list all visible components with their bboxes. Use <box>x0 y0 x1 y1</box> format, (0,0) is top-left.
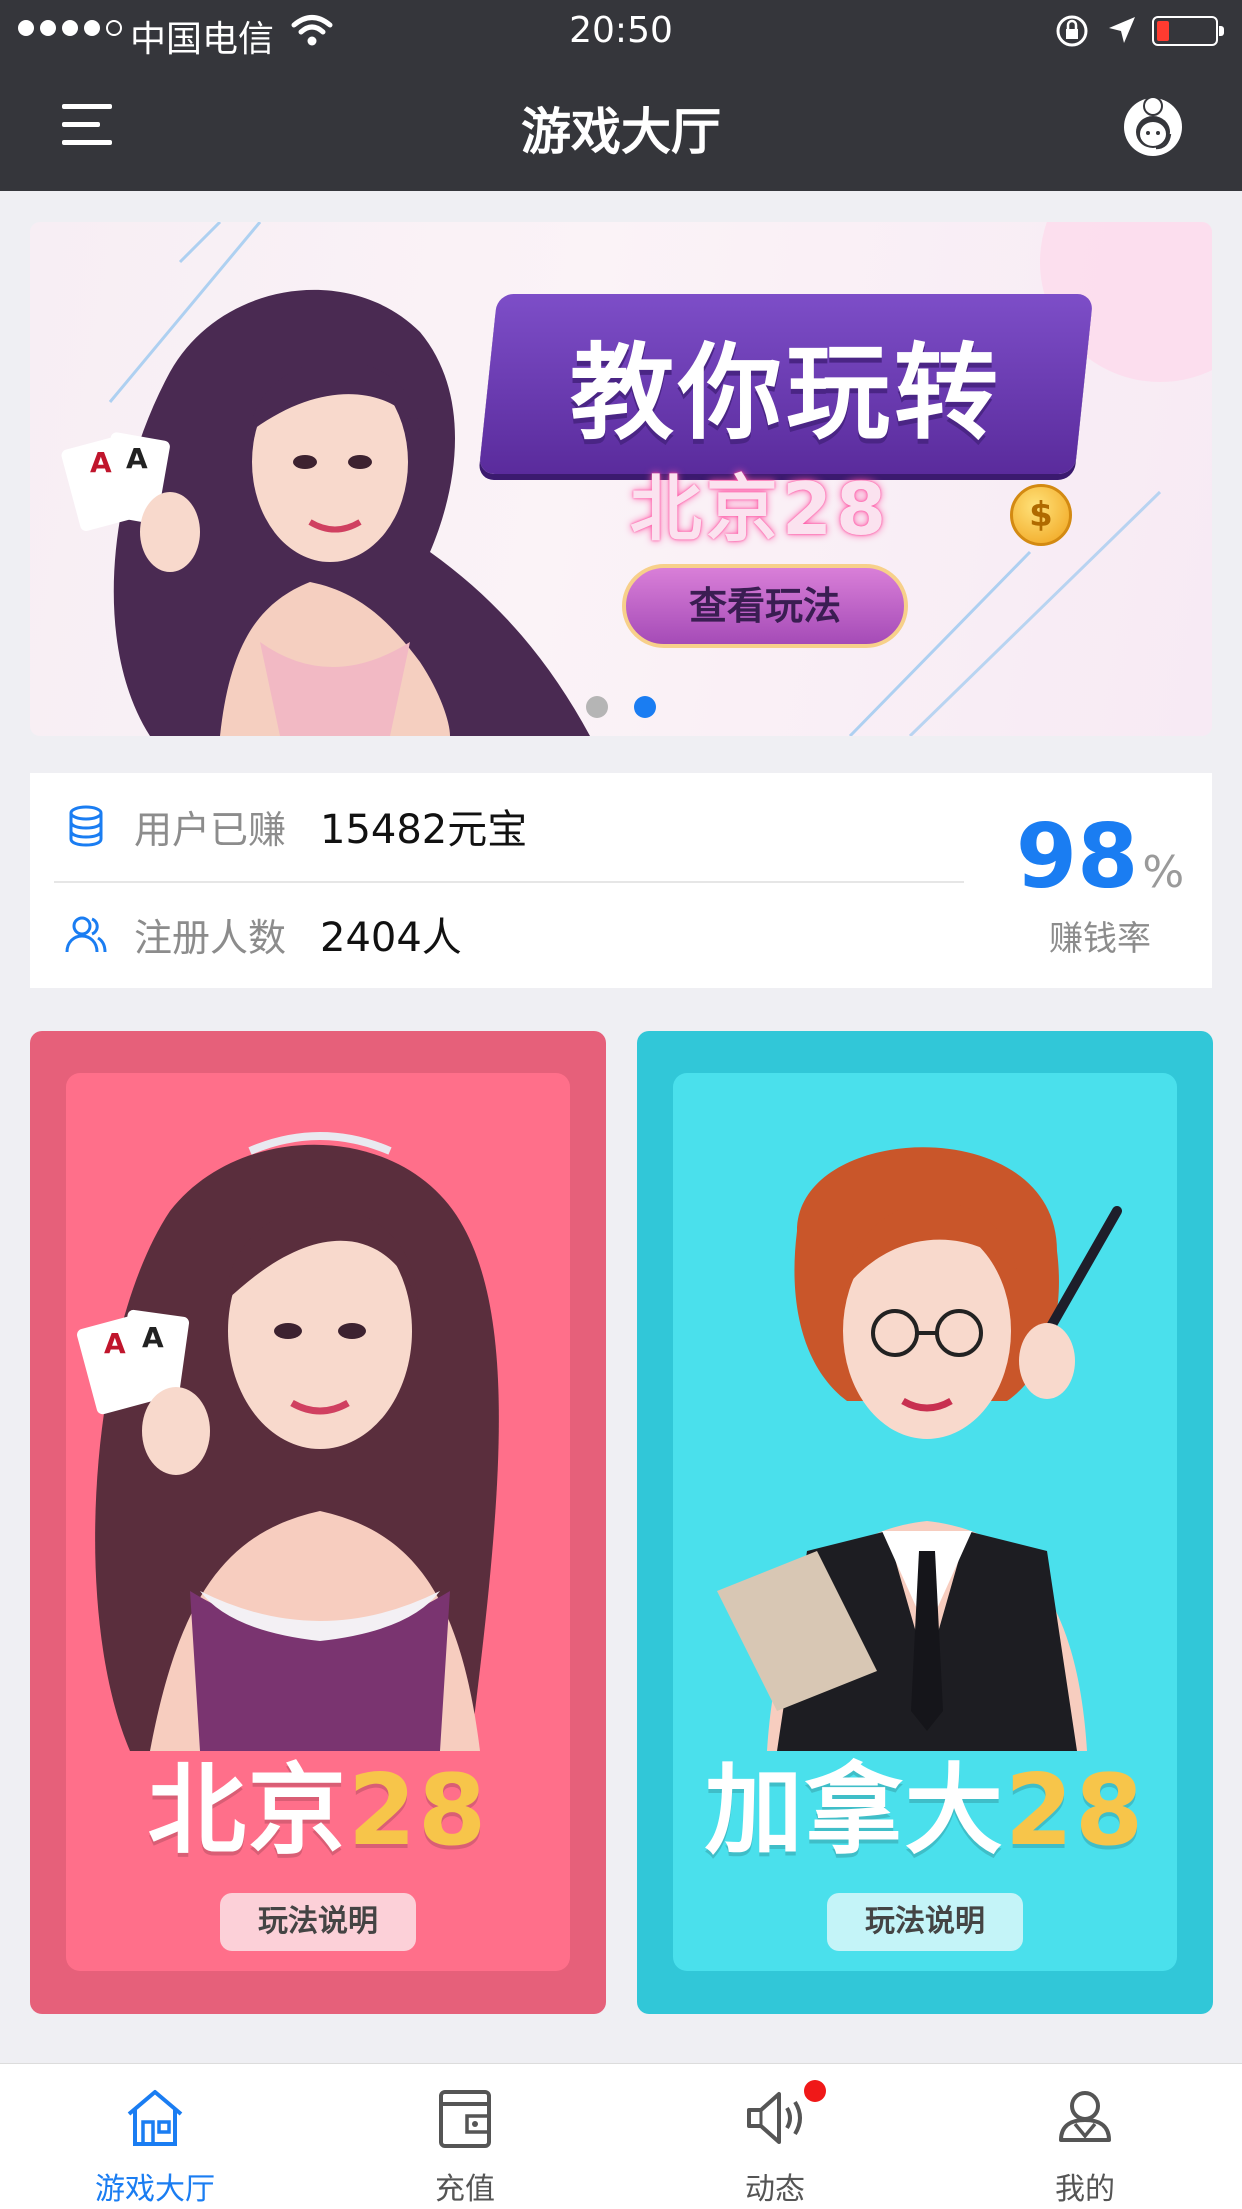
tab-game-lobby[interactable]: 游戏大厅 <box>0 2064 310 2209</box>
wallet-icon <box>439 2090 491 2148</box>
banner-pager <box>586 696 656 718</box>
svg-text:A: A <box>126 442 148 475</box>
stats-panel: 用户已赚 15482元宝 注册人数 2404人 98% 赚钱率 <box>30 773 1212 988</box>
users-icon <box>65 916 107 953</box>
tab-profile[interactable]: 我的 <box>930 2064 1240 2209</box>
tab-news[interactable]: 动态 <box>620 2064 930 2209</box>
customer-service-icon[interactable] <box>1118 90 1188 160</box>
svg-text:A: A <box>142 1321 164 1354</box>
game-name: 北京 <box>147 1754 348 1868</box>
banner-title: 教你玩转 <box>570 332 1003 454</box>
database-icon <box>69 805 103 847</box>
tab-label: 游戏大厅 <box>95 2172 215 2207</box>
earned-value: 15482元宝 <box>320 807 528 853</box>
location-arrow-icon <box>1109 17 1135 43</box>
rules-button-beijing28[interactable]: 玩法说明 <box>220 1893 416 1951</box>
rate-label: 赚钱率 <box>1049 919 1151 959</box>
view-rules-button[interactable]: 查看玩法 <box>622 564 908 648</box>
user-icon <box>1059 2091 1111 2142</box>
pager-dot-2-active[interactable] <box>634 696 656 718</box>
tab-label: 动态 <box>745 2172 805 2207</box>
game-card-beijing28[interactable]: A A 北京28 玩法说明 <box>30 1031 606 2014</box>
game-card-canada28[interactable]: 加拿大28 玩法说明 <box>637 1031 1213 2014</box>
registered-row: 注册人数 2404人 <box>64 899 462 969</box>
game-number: 28 <box>347 1754 489 1868</box>
battery-icon <box>1152 16 1224 46</box>
status-bar: 中国电信 20:50 <box>0 0 1242 62</box>
page-title: 游戏大厅 <box>521 103 721 161</box>
pager-dot-1[interactable] <box>586 696 608 718</box>
home-icon <box>127 2090 183 2146</box>
registered-value: 2404人 <box>320 915 462 961</box>
earned-label: 用户已赚 <box>134 807 287 852</box>
stats-divider <box>54 881 964 883</box>
tab-label: 我的 <box>1055 2172 1115 2207</box>
game-title-canada28: 加拿大28 <box>637 1731 1213 1873</box>
coin-icon: $ <box>1010 484 1072 546</box>
tab-label: 充值 <box>435 2172 495 2207</box>
promo-banner[interactable]: A A 教你玩转 北京28 $ 查看玩法 <box>30 222 1212 736</box>
registered-label: 注册人数 <box>134 915 287 960</box>
notification-badge <box>804 2080 826 2102</box>
game-number: 28 <box>1004 1754 1146 1868</box>
banner-title-plate: 教你玩转 <box>478 294 1094 474</box>
speaker-icon <box>747 2092 802 2144</box>
banner-subtitle: 北京28 <box>629 467 891 551</box>
rotation-lock-icon <box>1056 15 1088 47</box>
game-title-beijing28: 北京28 <box>30 1731 606 1873</box>
game-name: 加拿大 <box>704 1754 1005 1868</box>
svg-text:A: A <box>104 1327 126 1360</box>
svg-text:A: A <box>90 446 112 479</box>
earned-row: 用户已赚 15482元宝 <box>64 791 527 861</box>
top-header: 中国电信 20:50 游戏大厅 <box>0 0 1242 191</box>
tab-recharge[interactable]: 充值 <box>310 2064 620 2209</box>
bottom-tab-bar: 游戏大厅 充值 动态 我的 <box>0 2063 1242 2209</box>
rate-unit: % <box>1142 847 1185 898</box>
rules-button-canada28[interactable]: 玩法说明 <box>827 1893 1023 1951</box>
earning-rate: 98% 赚钱率 <box>990 809 1210 960</box>
rate-value: 98 <box>1015 805 1139 908</box>
